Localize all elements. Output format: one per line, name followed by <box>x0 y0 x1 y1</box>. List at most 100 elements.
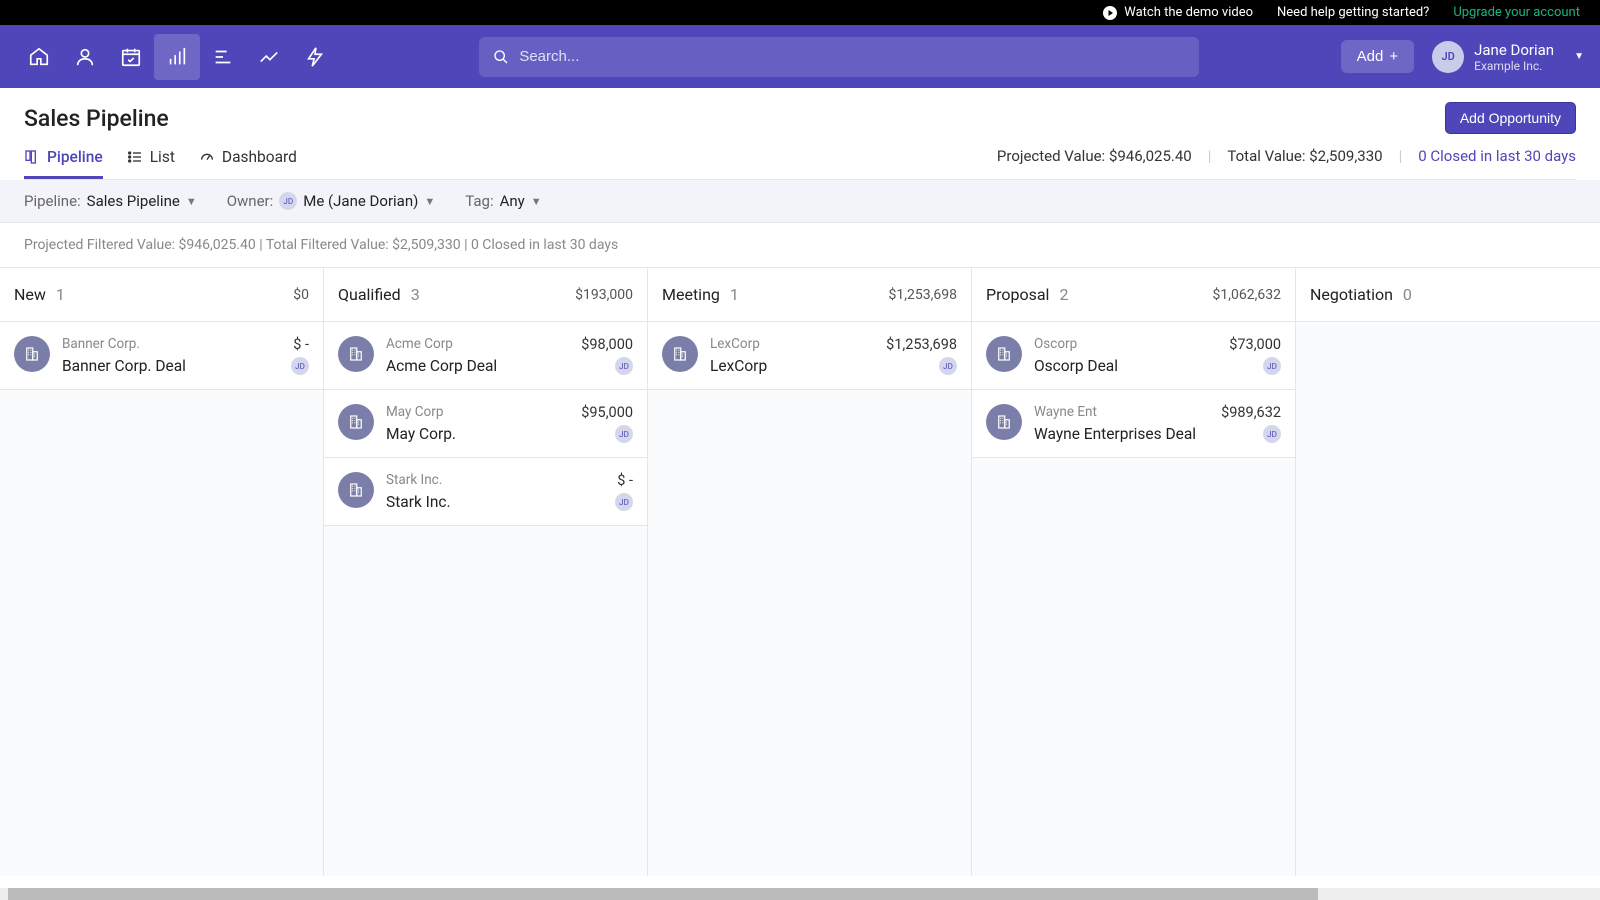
card-deal-name: Oscorp Deal <box>1034 357 1118 375</box>
company-icon <box>338 472 374 508</box>
card-amount: $98,000 <box>581 336 633 353</box>
column-count: 1 <box>730 285 739 304</box>
column-count: 2 <box>1059 285 1068 304</box>
main-header: Add + JD Jane Dorian Example Inc. ▼ <box>0 25 1600 88</box>
cards-container: LexCorp$1,253,698LexCorpJD <box>648 322 971 390</box>
opportunity-card[interactable]: Wayne Ent$989,632Wayne Enterprises DealJ… <box>972 390 1295 458</box>
search-input[interactable] <box>519 48 1185 65</box>
opportunity-card[interactable]: Stark Inc.$ -Stark Inc.JD <box>324 458 647 526</box>
opportunity-card[interactable]: Acme Corp$98,000Acme Corp DealJD <box>324 322 647 390</box>
card-owner-avatar: JD <box>291 357 309 375</box>
kanban-column: New1$0Banner Corp.$ -Banner Corp. DealJD <box>0 267 324 876</box>
add-label: Add <box>1357 48 1384 65</box>
card-amount: $ - <box>293 336 309 353</box>
column-value: $1,062,632 <box>1213 287 1281 303</box>
watch-demo-link[interactable]: Watch the demo video <box>1102 5 1253 21</box>
nav-home[interactable] <box>16 34 62 80</box>
nav-reports[interactable] <box>246 34 292 80</box>
nav-pipeline[interactable] <box>154 34 200 80</box>
filter-owner[interactable]: Owner: JD Me (Jane Dorian) ▼ <box>227 192 436 210</box>
card-deal-name: Stark Inc. <box>386 493 451 511</box>
cards-container: Banner Corp.$ -Banner Corp. DealJD <box>0 322 323 390</box>
card-owner-avatar: JD <box>615 425 633 443</box>
column-title: Meeting <box>662 285 720 304</box>
promo-bar: Watch the demo video Need help getting s… <box>0 0 1600 25</box>
nav-tasks[interactable] <box>200 34 246 80</box>
play-circle-icon <box>1102 5 1118 21</box>
tab-pipeline[interactable]: Pipeline <box>24 142 103 179</box>
header-stats: Projected Value: $946,025.40 | Total Val… <box>997 147 1576 175</box>
card-company: Banner Corp. <box>62 336 140 353</box>
filter-tag[interactable]: Tag: Any ▼ <box>465 192 541 210</box>
user-menu[interactable]: JD Jane Dorian Example Inc. ▼ <box>1432 41 1584 73</box>
search-container <box>338 37 1341 77</box>
tab-list-label: List <box>150 148 175 166</box>
stat-separator: | <box>1399 147 1403 165</box>
column-title: Qualified <box>338 285 401 304</box>
opportunity-card[interactable]: Banner Corp.$ -Banner Corp. DealJD <box>0 322 323 390</box>
column-value: $193,000 <box>575 287 633 303</box>
column-value: $1,253,698 <box>889 287 957 303</box>
list-icon <box>127 149 143 165</box>
closed-stat[interactable]: 0 Closed in last 30 days <box>1418 147 1576 165</box>
column-title: New <box>14 285 46 304</box>
card-owner-avatar: JD <box>615 357 633 375</box>
column-title: Proposal <box>986 285 1049 304</box>
chevron-down-icon: ▼ <box>531 195 542 208</box>
tab-dashboard[interactable]: Dashboard <box>199 142 297 179</box>
card-deal-name: May Corp. <box>386 425 456 443</box>
tab-dashboard-label: Dashboard <box>222 148 297 166</box>
owner-avatar-chip: JD <box>279 192 297 210</box>
card-owner-avatar: JD <box>615 493 633 511</box>
column-count: 3 <box>411 285 420 304</box>
card-amount: $1,253,698 <box>886 336 957 353</box>
cards-container: Acme Corp$98,000Acme Corp DealJD May Corp… <box>324 322 647 526</box>
card-owner-avatar: JD <box>1263 425 1281 443</box>
column-header: Proposal 2 $1,062,632 <box>972 267 1295 322</box>
user-text: Jane Dorian Example Inc. <box>1474 41 1554 73</box>
card-company: Wayne Ent <box>1034 404 1097 421</box>
company-icon <box>14 336 50 372</box>
tab-pipeline-label: Pipeline <box>47 148 103 166</box>
user-company: Example Inc. <box>1474 59 1554 73</box>
help-link[interactable]: Need help getting started? <box>1277 5 1429 20</box>
stat-separator: | <box>1208 147 1212 165</box>
filter-pipeline[interactable]: Pipeline: Sales Pipeline ▼ <box>24 192 197 210</box>
kanban-column: Negotiation0 <box>1296 267 1600 876</box>
card-amount: $95,000 <box>581 404 633 421</box>
opportunity-card[interactable]: Oscorp$73,000Oscorp DealJD <box>972 322 1295 390</box>
card-company: LexCorp <box>710 336 760 353</box>
opportunity-card[interactable]: May Corp$95,000May Corp.JD <box>324 390 647 458</box>
nav-icons <box>16 34 338 80</box>
card-company: Oscorp <box>1034 336 1077 353</box>
column-count: 0 <box>1403 285 1412 304</box>
upgrade-link[interactable]: Upgrade your account <box>1453 5 1580 20</box>
nav-contacts[interactable] <box>62 34 108 80</box>
nav-automations[interactable] <box>292 34 338 80</box>
company-icon <box>986 404 1022 440</box>
company-icon <box>338 336 374 372</box>
header-right: Add + JD Jane Dorian Example Inc. ▼ <box>1341 40 1584 73</box>
scrollbar-thumb[interactable] <box>8 888 1318 900</box>
column-count: 1 <box>56 285 65 304</box>
add-button[interactable]: Add + <box>1341 40 1414 73</box>
search-box[interactable] <box>479 37 1199 77</box>
column-header: New 1 $0 <box>0 267 323 322</box>
search-icon <box>493 49 509 65</box>
card-deal-name: Wayne Enterprises Deal <box>1034 425 1196 443</box>
add-opportunity-button[interactable]: Add Opportunity <box>1445 102 1576 134</box>
column-value: $0 <box>293 287 309 303</box>
card-amount: $73,000 <box>1229 336 1281 353</box>
watch-demo-text: Watch the demo video <box>1124 5 1253 20</box>
tab-list[interactable]: List <box>127 142 175 179</box>
page-title: Sales Pipeline <box>24 105 169 132</box>
opportunity-card[interactable]: LexCorp$1,253,698LexCorpJD <box>648 322 971 390</box>
horizontal-scrollbar[interactable] <box>0 888 1600 900</box>
company-icon <box>986 336 1022 372</box>
card-owner-avatar: JD <box>939 357 957 375</box>
chevron-down-icon: ▼ <box>424 195 435 208</box>
chevron-down-icon: ▼ <box>186 195 197 208</box>
kanban-board: New1$0Banner Corp.$ -Banner Corp. DealJD… <box>0 267 1600 876</box>
kanban-column: Proposal 2 $1,062,632 Oscorp $73,000 Oscorp D… <box>972 267 1296 876</box>
nav-calendar[interactable] <box>108 34 154 80</box>
